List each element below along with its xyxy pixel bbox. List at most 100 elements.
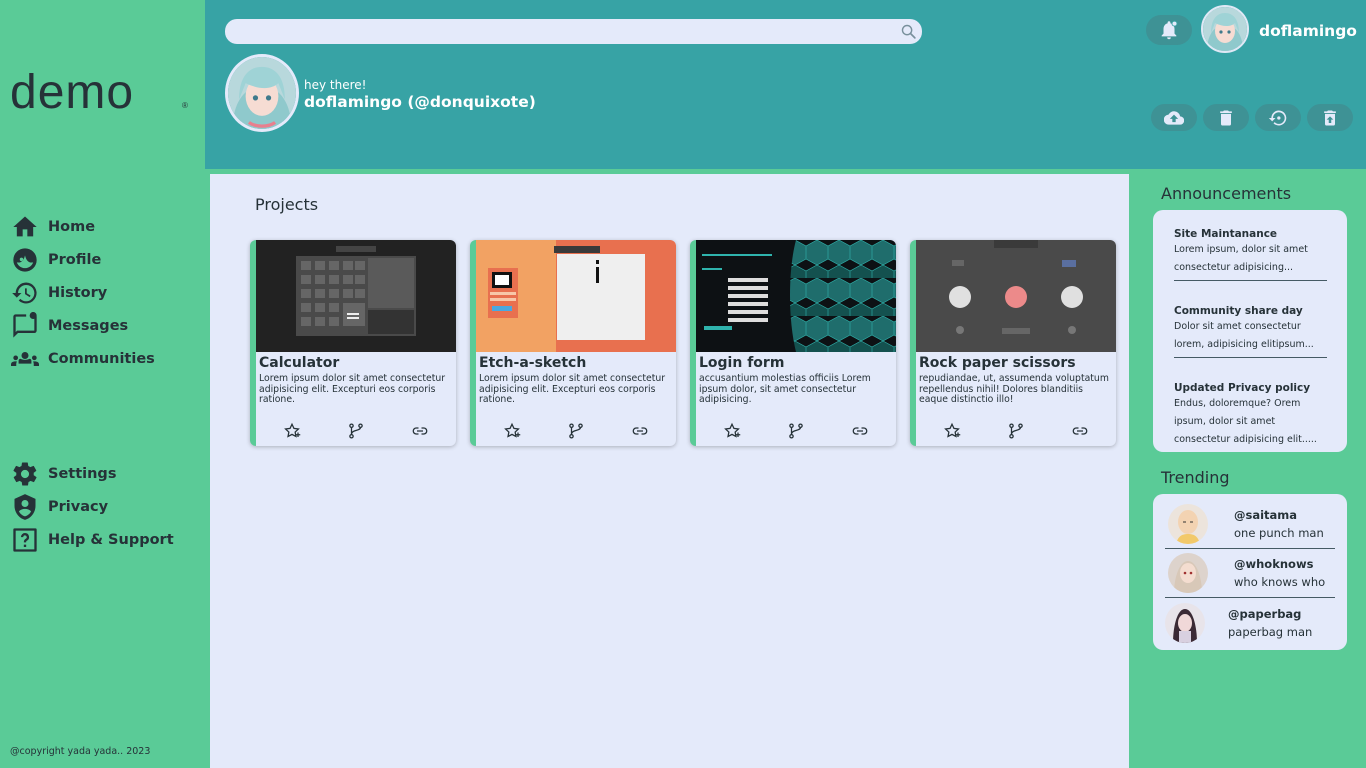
- anime-avatar-image: [1203, 7, 1247, 51]
- sidebar-item-messages[interactable]: Messages: [11, 309, 155, 342]
- trending-user[interactable]: @saitama one punch man: [1165, 500, 1335, 549]
- sidebar-item-label: Help & Support: [48, 531, 174, 548]
- avatar: [1168, 553, 1208, 593]
- project-list: Calculator Lorem ipsum dolor sit amet co…: [250, 240, 1116, 446]
- project-actions: [256, 422, 456, 440]
- announcement-title: Community share day: [1174, 305, 1303, 317]
- link-icon[interactable]: [1071, 422, 1089, 440]
- sidebar-item-label: Communities: [48, 350, 155, 367]
- restore-button[interactable]: [1255, 104, 1301, 131]
- announcement-text: Endus, doloremque? Orem ipsum, dolor sit…: [1174, 398, 1317, 445]
- paperbag-avatar-image: [1165, 602, 1205, 643]
- greeting-text: hey there!: [304, 78, 367, 92]
- cloud-upload-icon: [1164, 110, 1184, 125]
- profile-avatar[interactable]: [225, 54, 299, 132]
- trash-restore-icon: [1324, 110, 1336, 125]
- delete-restore-button[interactable]: [1307, 104, 1353, 131]
- trending-title: Trending: [1161, 468, 1230, 487]
- announcement-item[interactable]: Site Maintanance Lorem ipsum, dolor sit …: [1174, 228, 1327, 281]
- link-icon[interactable]: [411, 422, 429, 440]
- copyright-text: @copyright yada yada.. 2023: [10, 746, 151, 757]
- sidebar-item-label: Privacy: [48, 498, 109, 515]
- project-thumbnail: [916, 240, 1116, 352]
- trending-name: who knows who: [1234, 575, 1326, 589]
- project-title: Etch-a-sketch: [479, 355, 587, 371]
- project-card[interactable]: Calculator Lorem ipsum dolor sit amet co…: [250, 240, 456, 446]
- page-title: Projects: [255, 195, 319, 214]
- announcements-title: Announcements: [1161, 184, 1292, 203]
- search-icon[interactable]: [900, 23, 917, 40]
- avatar[interactable]: [1201, 5, 1249, 53]
- profile-actions: [1151, 104, 1353, 131]
- sidebar-item-settings[interactable]: Settings: [11, 457, 174, 490]
- announcement-title: Site Maintanance: [1174, 228, 1278, 240]
- announcement-text: Lorem ipsum, dolor sit amet consectetur …: [1174, 244, 1308, 273]
- star-add-icon[interactable]: [943, 422, 961, 440]
- sidebar-item-label: Profile: [48, 251, 102, 268]
- sidebar-item-label: Messages: [48, 317, 129, 334]
- fork-icon[interactable]: [1007, 422, 1025, 440]
- sidebar: demo ® Home Profile History Messages Com…: [0, 0, 205, 768]
- trending-handle: @whoknows: [1234, 557, 1314, 571]
- upload-button[interactable]: [1151, 104, 1197, 131]
- project-description: Lorem ipsum dolor sit amet consectetur a…: [479, 373, 666, 405]
- sidebar-item-home[interactable]: Home: [11, 210, 155, 243]
- login-form-preview-image: [702, 240, 896, 352]
- avatar: [1165, 602, 1205, 643]
- announcement-item[interactable]: Community share day Dolor sit amet conse…: [1174, 305, 1327, 358]
- trash-icon: [1220, 110, 1232, 125]
- etch-a-sketch-preview-image: [476, 240, 645, 352]
- secondary-nav: Settings Privacy Help & Support: [11, 457, 174, 556]
- sidebar-item-help-support[interactable]: Help & Support: [11, 523, 174, 556]
- project-title: Calculator: [259, 355, 340, 371]
- profile-icon: [13, 247, 37, 272]
- fork-icon[interactable]: [347, 422, 365, 440]
- project-title: Rock paper scissors: [919, 355, 1076, 371]
- sidebar-item-history[interactable]: History: [11, 276, 155, 309]
- project-actions: [696, 422, 896, 440]
- delete-button[interactable]: [1203, 104, 1249, 131]
- star-add-icon[interactable]: [503, 422, 521, 440]
- fork-icon[interactable]: [567, 422, 585, 440]
- restore-icon: [1268, 110, 1287, 125]
- gear-icon: [13, 461, 37, 486]
- sidebar-item-communities[interactable]: Communities: [11, 342, 155, 375]
- main-nav: Home Profile History Messages Communitie…: [11, 210, 155, 375]
- sidebar-item-label: History: [48, 284, 108, 301]
- demo-logo[interactable]: demo ®: [10, 70, 192, 116]
- bell-icon: [1161, 20, 1178, 40]
- trending-handle: @paperbag: [1228, 606, 1302, 621]
- project-card[interactable]: Rock paper scissors repudiandae, ut, ass…: [910, 240, 1116, 446]
- notifications-button[interactable]: [1146, 15, 1192, 45]
- announcement-title: Updated Privacy policy: [1174, 382, 1311, 394]
- fork-icon[interactable]: [787, 422, 805, 440]
- logo-text: demo: [10, 70, 134, 116]
- trending-user[interactable]: @paperbag paperbag man: [1165, 598, 1335, 647]
- project-card[interactable]: Login form accusantium molestias officii…: [690, 240, 896, 446]
- avatar: [1168, 504, 1208, 544]
- home-icon: [13, 216, 37, 236]
- search-input[interactable]: [225, 19, 922, 44]
- sidebar-item-privacy[interactable]: Privacy: [11, 490, 174, 523]
- trending-name: one punch man: [1234, 526, 1324, 540]
- project-title: Login form: [699, 355, 785, 371]
- link-icon[interactable]: [851, 422, 869, 440]
- sidebar-item-label: Settings: [48, 465, 117, 482]
- link-icon[interactable]: [631, 422, 649, 440]
- project-actions: [476, 422, 676, 440]
- username-label[interactable]: doflamingo: [1259, 22, 1357, 40]
- project-card[interactable]: Etch-a-sketch Lorem ipsum dolor sit amet…: [470, 240, 676, 446]
- shield-icon: [14, 493, 36, 520]
- logo-mark: ®: [182, 101, 188, 110]
- trending-user[interactable]: @whoknows who knows who: [1165, 549, 1335, 598]
- history-icon: [12, 282, 37, 303]
- trending-handle: @saitama: [1234, 508, 1298, 522]
- star-add-icon[interactable]: [283, 422, 301, 440]
- star-add-icon[interactable]: [723, 422, 741, 440]
- user-handle: doflamingo (@donquixote): [304, 93, 536, 111]
- announcement-text: Dolor sit amet consectetur lorem, adipis…: [1174, 321, 1314, 350]
- announcement-item[interactable]: Updated Privacy policy Endus, doloremque…: [1174, 382, 1327, 452]
- messages-icon: [13, 311, 37, 338]
- sidebar-item-profile[interactable]: Profile: [11, 243, 155, 276]
- project-actions: [916, 422, 1116, 440]
